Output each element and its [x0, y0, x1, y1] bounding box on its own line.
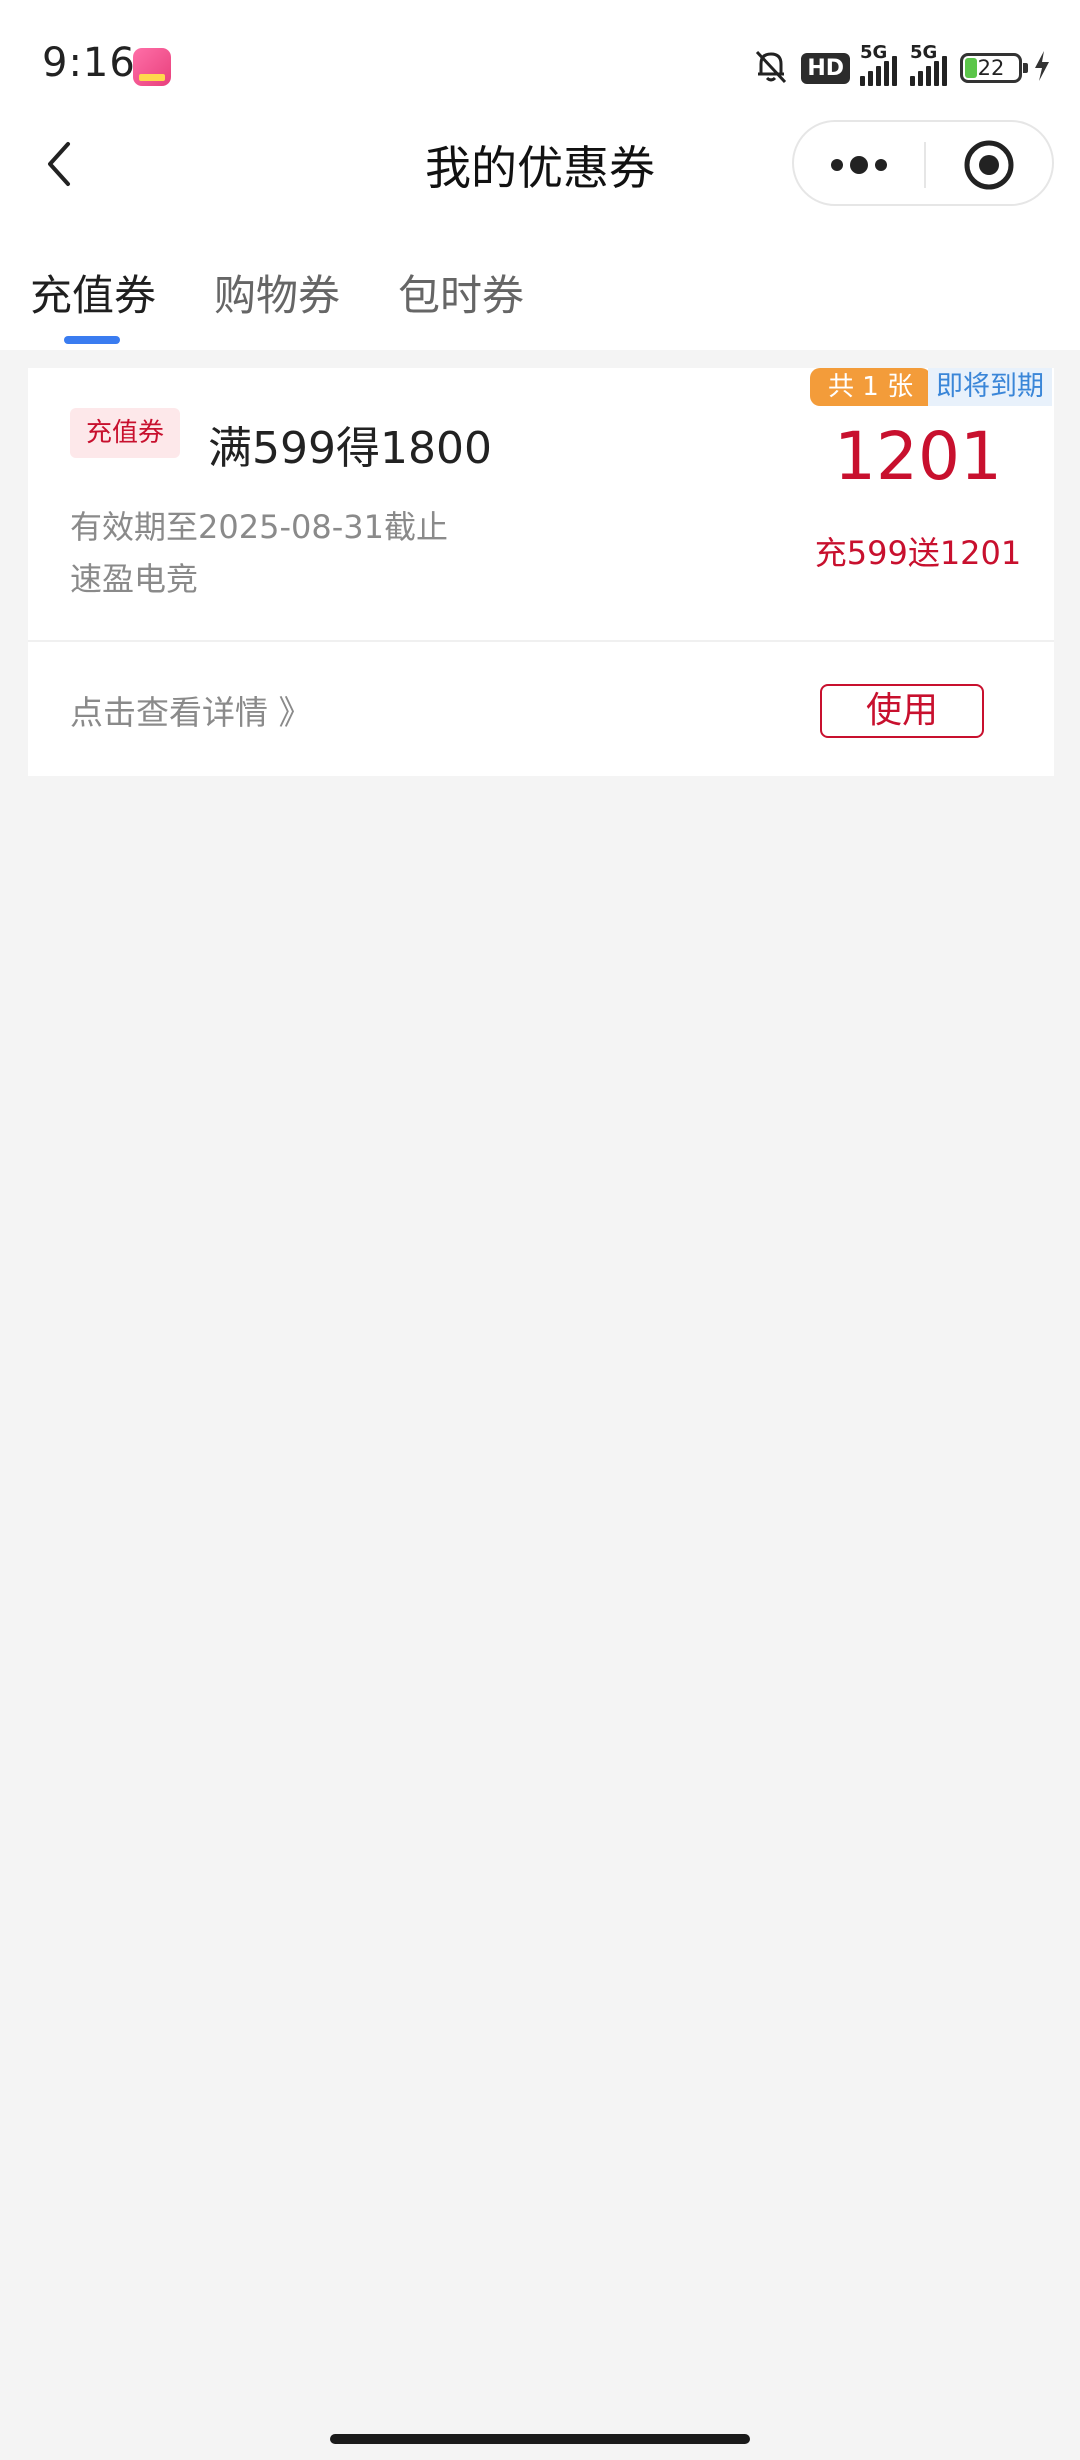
nav-bar: 我的优惠券 [0, 120, 1080, 208]
battery-icon: 22 [960, 53, 1028, 83]
home-indicator[interactable] [330, 2434, 750, 2444]
tab-bar: 充值券 购物券 包时券 [0, 262, 1080, 348]
signal-icon: 5G [910, 42, 950, 86]
network-type-label: 5G [910, 42, 938, 63]
expiry-badge: 即将到期 [928, 368, 1052, 406]
coupon-type-tag: 充值券 [70, 408, 181, 458]
card-divider [28, 640, 1054, 642]
coupon-count-badge: 共 1 张 [810, 368, 932, 406]
app-icon [133, 48, 171, 86]
charging-icon [1032, 49, 1052, 87]
more-button[interactable] [794, 122, 924, 208]
use-coupon-button[interactable]: 使用 [820, 684, 984, 738]
coupon-subtitle: 充599送1201 [814, 534, 1022, 572]
view-details-link[interactable]: 点击查看详情 》 [70, 686, 312, 734]
close-button[interactable] [926, 122, 1056, 208]
status-bar: 9:16 HD 5G 5G 22 [0, 0, 1080, 120]
tab-time-package[interactable]: 包时券 [398, 262, 524, 323]
signal-icon: 5G [860, 42, 900, 86]
coupon-validity: 有效期至2025-08-31截止 [70, 508, 448, 546]
hd-badge: HD [801, 52, 850, 84]
target-close-icon [964, 140, 1014, 190]
more-dots-icon [831, 156, 887, 174]
network-type-label: 5G [860, 42, 888, 63]
tab-recharge[interactable]: 充值券 [30, 262, 156, 323]
tab-shopping[interactable]: 购物券 [214, 262, 340, 323]
coupon-amount: 1201 [834, 418, 1002, 495]
coupon-merchant: 速盈电竞 [70, 560, 199, 598]
status-icons: HD 5G 5G 22 [751, 42, 1052, 90]
coupon-card[interactable]: 充值券 满599得1800 有效期至2025-08-31截止 速盈电竞 共 1 … [28, 368, 1054, 776]
mini-program-capsule [792, 120, 1054, 206]
battery-level: 22 [977, 56, 1005, 80]
status-time: 9:16 [42, 40, 136, 86]
mute-bell-icon [751, 46, 791, 90]
active-tab-indicator [64, 336, 120, 344]
coupon-title: 满599得1800 [208, 423, 492, 474]
